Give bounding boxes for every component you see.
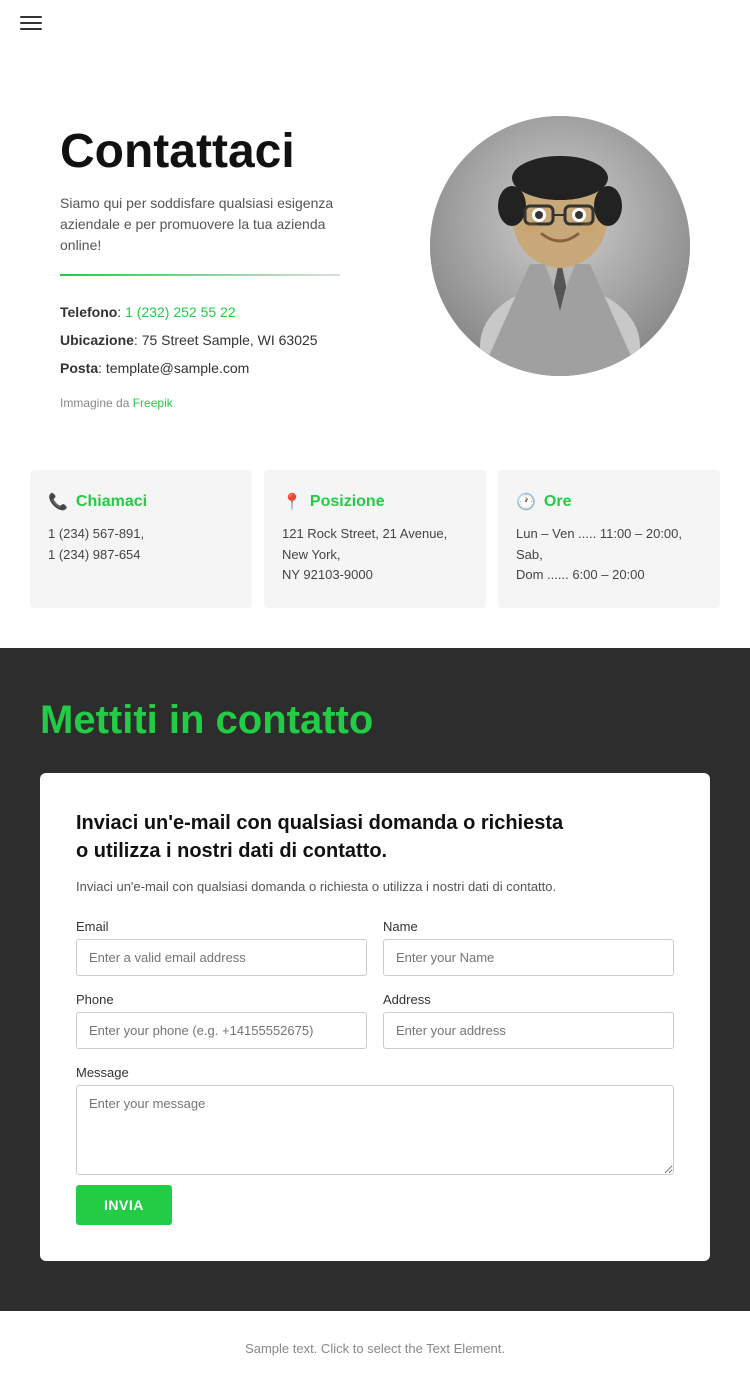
email-value: template@sample.com	[106, 360, 249, 376]
info-card-call: 📞 Chiamaci 1 (234) 567-891, 1 (234) 987-…	[30, 470, 252, 608]
image-credit-link[interactable]: Freepik	[133, 396, 173, 410]
email-label: Posta	[60, 360, 98, 376]
hero-image	[430, 116, 690, 376]
form-card-subtitle: Inviaci un'e-mail con qualsiasi domanda …	[76, 877, 674, 897]
form-row-email-name: Email Name	[76, 919, 674, 976]
image-credit-prefix: Immagine da	[60, 396, 129, 410]
form-row-phone-address: Phone Address	[76, 992, 674, 1049]
info-cards: 📞 Chiamaci 1 (234) 567-891, 1 (234) 987-…	[0, 450, 750, 648]
email-field-label: Email	[76, 919, 367, 934]
hours-card-icon: 🕐	[516, 492, 536, 512]
hero-subtitle: Siamo qui per soddisfare qualsiasi esige…	[60, 193, 360, 256]
form-card-title: Inviaci un'e-mail con qualsiasi domanda …	[76, 809, 674, 865]
location-card-icon: 📍	[282, 492, 302, 512]
location-value: 75 Street Sample, WI 63025	[142, 332, 318, 348]
footer-text: Sample text. Click to select the Text El…	[30, 1341, 720, 1356]
info-card-call-title: Chiamaci	[76, 493, 147, 511]
address-field[interactable]	[383, 1012, 674, 1049]
phone-field-label: Phone	[76, 992, 367, 1007]
header	[0, 0, 750, 46]
form-group-name: Name	[383, 919, 674, 976]
info-card-call-header: 📞 Chiamaci	[48, 492, 234, 512]
message-field-label: Message	[76, 1065, 674, 1080]
phone-field[interactable]	[76, 1012, 367, 1049]
contact-section-title: Mettiti in contatto	[40, 698, 710, 743]
phone-info: Telefono: 1 (232) 252 55 22	[60, 298, 430, 326]
contact-info: Telefono: 1 (232) 252 55 22 Ubicazione: …	[60, 298, 430, 382]
hero-image-placeholder	[430, 116, 690, 376]
phone-card-icon: 📞	[48, 492, 68, 512]
info-card-hours: 🕐 Ore Lun – Ven ..... 11:00 – 20:00, Sab…	[498, 470, 720, 608]
message-field[interactable]	[76, 1085, 674, 1175]
form-group-phone: Phone	[76, 992, 367, 1049]
info-card-hours-header: 🕐 Ore	[516, 492, 702, 512]
name-field-label: Name	[383, 919, 674, 934]
image-credit: Immagine da Freepik	[60, 396, 430, 410]
phone-label: Telefono	[60, 304, 117, 320]
email-info: Posta: template@sample.com	[60, 354, 430, 382]
info-card-location-title: Posizione	[310, 493, 385, 511]
form-group-address: Address	[383, 992, 674, 1049]
footer: Sample text. Click to select the Text El…	[0, 1311, 750, 1386]
name-field[interactable]	[383, 939, 674, 976]
info-card-location-text: 121 Rock Street, 21 Avenue, New York, NY…	[282, 524, 468, 586]
info-card-location: 📍 Posizione 121 Rock Street, 21 Avenue, …	[264, 470, 486, 608]
phone-link[interactable]: 1 (232) 252 55 22	[125, 304, 236, 320]
form-group-email: Email	[76, 919, 367, 976]
info-card-location-header: 📍 Posizione	[282, 492, 468, 512]
hamburger-icon[interactable]	[20, 16, 42, 30]
info-card-hours-title: Ore	[544, 493, 572, 511]
email-field[interactable]	[76, 939, 367, 976]
submit-button[interactable]: INVIA	[76, 1185, 172, 1225]
info-card-call-text: 1 (234) 567-891, 1 (234) 987-654	[48, 524, 234, 566]
location-label: Ubicazione	[60, 332, 134, 348]
location-info: Ubicazione: 75 Street Sample, WI 63025	[60, 326, 430, 354]
person-silhouette	[430, 116, 690, 376]
address-field-label: Address	[383, 992, 674, 1007]
form-card: Inviaci un'e-mail con qualsiasi domanda …	[40, 773, 710, 1261]
hero-left: Contattaci Siamo qui per soddisfare qual…	[60, 106, 430, 410]
hero-section: Contattaci Siamo qui per soddisfare qual…	[0, 46, 750, 450]
hero-divider	[60, 274, 340, 276]
contact-section: Mettiti in contatto Inviaci un'e-mail co…	[0, 648, 750, 1311]
hero-title: Contattaci	[60, 126, 430, 179]
form-group-message: Message	[76, 1065, 674, 1175]
info-card-hours-text: Lun – Ven ..... 11:00 – 20:00, Sab, Dom …	[516, 524, 702, 586]
